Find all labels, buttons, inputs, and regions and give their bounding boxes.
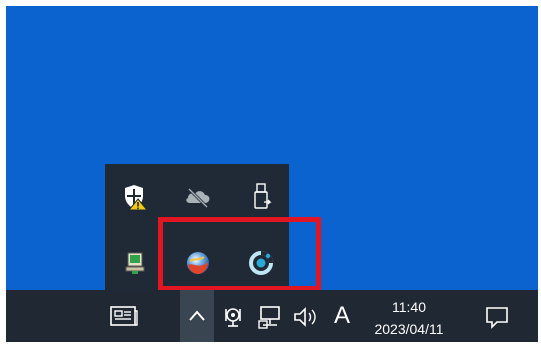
- usb-safely-remove-icon[interactable]: [244, 180, 278, 214]
- ime-mode-indicator[interactable]: A: [332, 298, 352, 334]
- taskbar-clock[interactable]: 11:40 2023/04/11: [363, 298, 455, 338]
- desktop-background: A 11:40 2023/04/11: [6, 6, 538, 342]
- show-hidden-icons-button[interactable]: [180, 290, 214, 342]
- news-widget-icon[interactable]: [108, 303, 140, 329]
- windows-security-warning-icon[interactable]: [118, 180, 152, 214]
- onedrive-offline-icon[interactable]: [181, 180, 215, 214]
- network-adapter-icon[interactable]: [118, 246, 152, 280]
- webcam-icon[interactable]: [220, 303, 246, 331]
- clock-time: 11:40: [392, 299, 426, 315]
- action-center-icon[interactable]: [482, 303, 512, 331]
- network-icon[interactable]: [256, 303, 284, 331]
- highlight-rectangle: [158, 217, 321, 291]
- clock-date: 2023/04/11: [374, 321, 444, 337]
- taskbar: A 11:40 2023/04/11: [6, 290, 538, 342]
- volume-icon[interactable]: [291, 303, 321, 331]
